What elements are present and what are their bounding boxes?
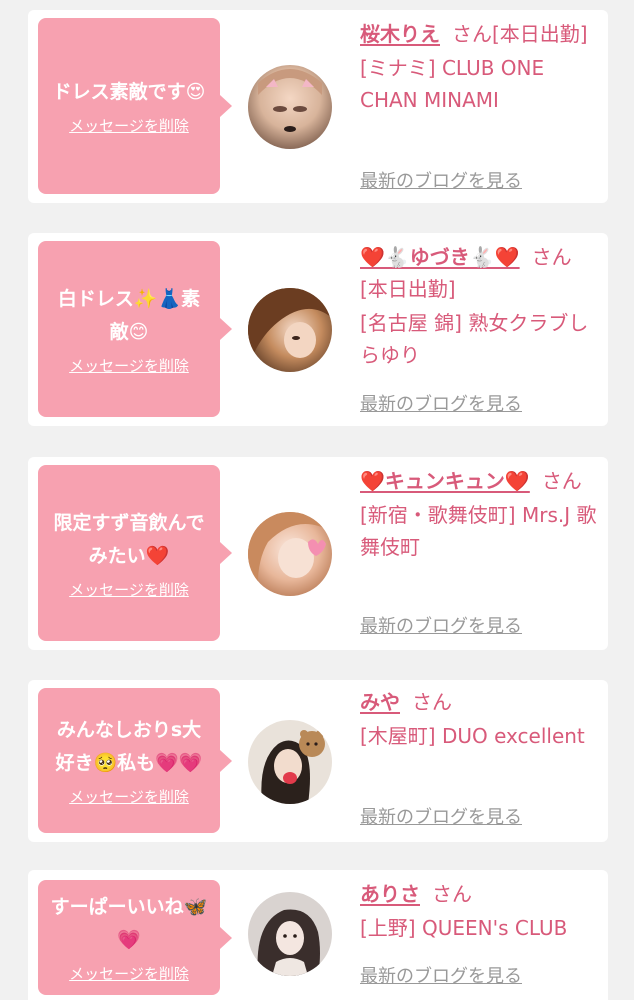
message-bubble: ドレス素敵です😍 メッセージを削除 — [38, 18, 220, 194]
sender-name-link[interactable]: ❤️キュンキュン❤️ — [360, 469, 530, 493]
avatar[interactable] — [248, 288, 332, 372]
sender-shop: [ミナミ] CLUB ONE CHAN MINAMI — [360, 56, 545, 112]
message-card: ドレス素敵です😍 メッセージを削除 桜木りえ さん[本日出勤] [ミナミ] CLU… — [28, 10, 608, 203]
delete-message-link[interactable]: メッセージを削除 — [69, 115, 189, 136]
message-card: みんなしおりs大好き🥺私も💗💗 メッセージを削除 みや さん [木屋町] DUO … — [28, 680, 608, 842]
message-text: みんなしおりs大好き🥺私も💗💗 — [55, 719, 203, 774]
sender-name-link[interactable]: みや — [360, 690, 400, 714]
sender-shop: [新宿・歌舞伎町] Mrs.J 歌舞伎町 — [360, 503, 597, 559]
sender-name-link[interactable]: ありさ — [360, 882, 420, 906]
view-latest-blog-link[interactable]: 最新のブログを見る — [360, 612, 522, 638]
message-text: 白ドレス✨👗素敵😊 — [57, 287, 201, 343]
delete-message-link[interactable]: メッセージを削除 — [69, 963, 189, 984]
sender-name-link[interactable]: 桜木りえ — [360, 22, 440, 46]
message-text: すーぱーいいね🦋💗 — [50, 896, 208, 951]
delete-message-link[interactable]: メッセージを削除 — [69, 355, 189, 376]
view-latest-blog-link[interactable]: 最新のブログを見る — [360, 167, 522, 193]
message-bubble: 白ドレス✨👗素敵😊 メッセージを削除 — [38, 241, 220, 417]
delete-message-link[interactable]: メッセージを削除 — [69, 786, 189, 807]
message-bubble: 限定すず音飲んでみたい❤️ メッセージを削除 — [38, 465, 220, 641]
view-latest-blog-link[interactable]: 最新のブログを見る — [360, 803, 522, 829]
avatar[interactable] — [248, 720, 332, 804]
sender-name-link[interactable]: ❤️🐇ゆづき🐇❤️ — [360, 245, 520, 269]
sender-status: さん — [432, 882, 472, 906]
sender-shop: [名古屋 錦] 熟女クラブしらゆり — [360, 311, 589, 367]
sender-info: 桜木りえ さん[本日出勤] [ミナミ] CLUB ONE CHAN MINAMI — [360, 18, 598, 116]
sender-info: ❤️キュンキュン❤️ さん [新宿・歌舞伎町] Mrs.J 歌舞伎町 — [360, 465, 598, 563]
sender-status: さん[本日出勤] — [452, 22, 588, 46]
message-card: すーぱーいいね🦋💗 メッセージを削除 ありさ さん [上野] QUEEN's CL… — [28, 870, 608, 1000]
view-latest-blog-link[interactable]: 最新のブログを見る — [360, 962, 522, 988]
message-text: ドレス素敵です😍 — [52, 81, 206, 103]
message-text: 限定すず音飲んでみたい❤️ — [53, 511, 205, 567]
sender-status: さん — [412, 690, 452, 714]
avatar[interactable] — [248, 892, 332, 976]
avatar[interactable] — [248, 65, 332, 149]
delete-message-link[interactable]: メッセージを削除 — [69, 579, 189, 600]
message-card: 限定すず音飲んでみたい❤️ メッセージを削除 ❤️キュンキュン❤️ さん [新宿・… — [28, 457, 608, 650]
message-bubble: すーぱーいいね🦋💗 メッセージを削除 — [38, 880, 220, 995]
sender-shop: [上野] QUEEN's CLUB — [360, 916, 568, 940]
sender-shop: [木屋町] DUO excellent — [360, 724, 585, 748]
message-bubble: みんなしおりs大好き🥺私も💗💗 メッセージを削除 — [38, 688, 220, 833]
sender-info: ❤️🐇ゆづき🐇❤️ さん[本日出勤] [名古屋 錦] 熟女クラブしらゆり — [360, 241, 598, 371]
view-latest-blog-link[interactable]: 最新のブログを見る — [360, 390, 522, 416]
message-card: 白ドレス✨👗素敵😊 メッセージを削除 ❤️🐇ゆづき🐇❤️ さん[本日出勤] [名古… — [28, 233, 608, 426]
sender-status: さん — [541, 469, 582, 493]
sender-info: みや さん [木屋町] DUO excellent — [360, 686, 598, 752]
avatar[interactable] — [248, 512, 332, 596]
sender-info: ありさ さん [上野] QUEEN's CLUB — [360, 878, 598, 944]
